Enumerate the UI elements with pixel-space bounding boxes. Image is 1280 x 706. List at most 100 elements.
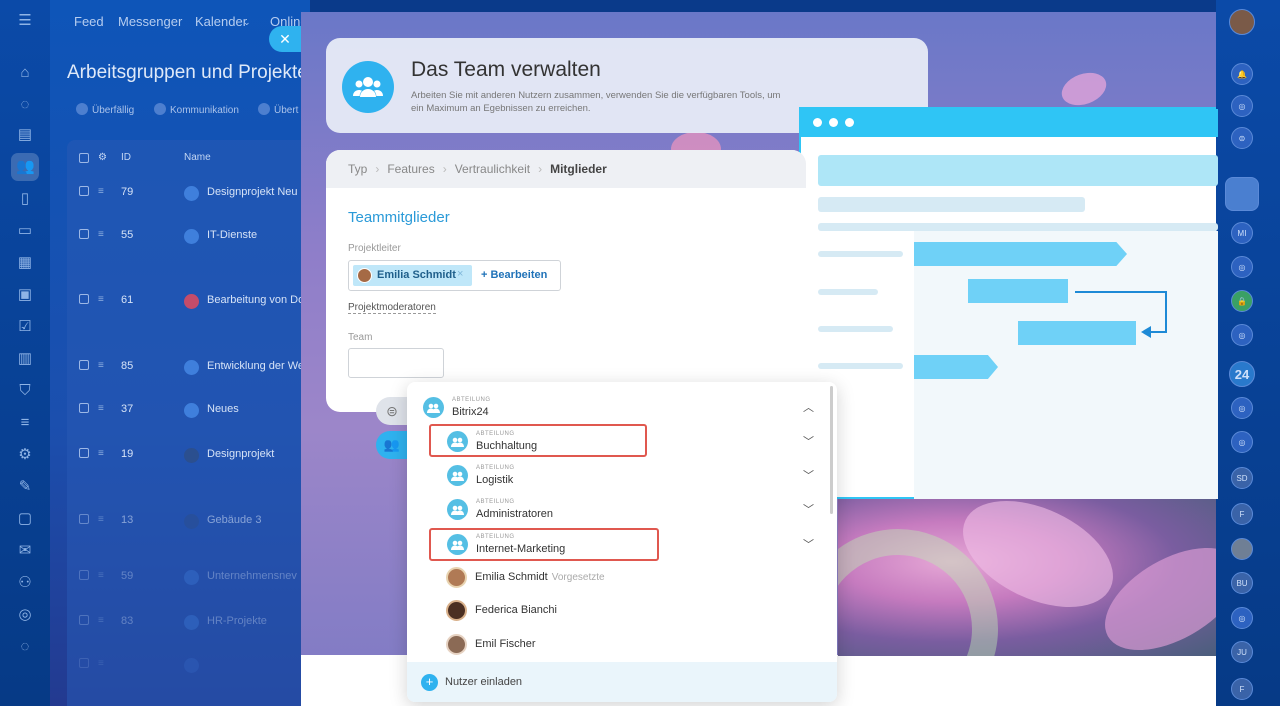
search-chat-icon[interactable]: ⊜ bbox=[1231, 127, 1253, 149]
nav-feed[interactable]: Feed bbox=[74, 14, 104, 29]
board-icon[interactable]: ▦ bbox=[16, 254, 34, 272]
nav-messenger[interactable]: Messenger bbox=[118, 14, 182, 29]
row-checkbox[interactable] bbox=[79, 186, 89, 196]
close-icon[interactable]: × bbox=[457, 268, 463, 280]
chat-badge-mi[interactable]: MI bbox=[1231, 222, 1253, 244]
people-icon[interactable]: ⚇ bbox=[16, 574, 34, 592]
cart-icon[interactable]: ⛉ bbox=[16, 382, 34, 400]
invite-users-link[interactable]: Nutzer einladen bbox=[445, 676, 522, 688]
row-checkbox[interactable] bbox=[79, 448, 89, 458]
groups-icon[interactable]: 👥 bbox=[16, 158, 35, 176]
row-checkbox[interactable] bbox=[79, 229, 89, 239]
row-checkbox[interactable] bbox=[79, 294, 89, 304]
menu-icon[interactable]: ☰ bbox=[16, 12, 34, 30]
menu-icon[interactable]: ≡ bbox=[98, 186, 104, 197]
chat-badge-ju[interactable]: JU bbox=[1231, 641, 1253, 663]
more-icon[interactable]: ◌ bbox=[16, 638, 34, 656]
chevron-down-icon[interactable]: ﹀ bbox=[803, 501, 814, 517]
scrollbar[interactable] bbox=[830, 386, 833, 514]
filter-chip-transferred[interactable]: Übert bbox=[258, 103, 298, 123]
column-id[interactable]: ID bbox=[121, 152, 131, 163]
chat-icon[interactable]: ◎ bbox=[1231, 431, 1253, 453]
calendar-icon[interactable]: ▣ bbox=[16, 286, 34, 304]
row-checkbox[interactable] bbox=[79, 615, 89, 625]
menu-icon[interactable]: ≡ bbox=[98, 514, 104, 525]
chat-badge-sd[interactable]: SD bbox=[1231, 467, 1253, 489]
chevron-down-icon[interactable]: ﹀ bbox=[803, 536, 814, 552]
home-icon[interactable]: ⌂ bbox=[16, 64, 34, 82]
invite-footer[interactable]: + Nutzer einladen bbox=[407, 662, 837, 702]
lock-icon[interactable]: 🔒 bbox=[1231, 290, 1253, 312]
edit-button[interactable]: + Bearbeiten bbox=[481, 269, 547, 281]
filter-chip-overdue[interactable]: Überfällig bbox=[76, 103, 134, 123]
leader-field[interactable]: Emilia Schmidt × + Bearbeiten bbox=[348, 260, 561, 291]
help-icon[interactable]: ◎ bbox=[16, 606, 34, 624]
chevron-down-icon[interactable]: ﹀ bbox=[803, 467, 814, 483]
department-item[interactable]: ABTEILUNG Buchhaltung ﹀ bbox=[445, 428, 821, 458]
moderators-link[interactable]: Projektmoderatoren bbox=[348, 302, 436, 314]
chat-icon[interactable]: ◎ bbox=[1231, 324, 1253, 346]
row-checkbox[interactable] bbox=[79, 658, 89, 668]
activity-icon[interactable]: ◎ bbox=[1231, 95, 1253, 117]
search-icon[interactable]: ⊜ bbox=[376, 397, 408, 425]
menu-icon[interactable]: ≡ bbox=[98, 658, 104, 669]
store-icon[interactable]: ▢ bbox=[16, 510, 34, 528]
documents-icon[interactable]: ▯ bbox=[16, 190, 34, 208]
menu-icon[interactable]: ≡ bbox=[98, 570, 104, 581]
column-name[interactable]: Name bbox=[184, 152, 211, 163]
chat-badge-f2[interactable]: F bbox=[1231, 678, 1253, 700]
row-id: 37 bbox=[121, 403, 134, 415]
crm-icon[interactable]: ▭ bbox=[16, 222, 34, 240]
department-item[interactable]: ABTEILUNG Internet-Marketing ﹀ bbox=[445, 531, 821, 561]
users-icon[interactable]: 👥 bbox=[376, 431, 408, 459]
user-item[interactable]: Emil Fischer bbox=[446, 634, 806, 658]
filter-chip-communication[interactable]: Kommunikation bbox=[154, 103, 239, 123]
menu-icon[interactable]: ≡ bbox=[98, 229, 104, 240]
menu-icon[interactable]: ≡ bbox=[98, 294, 104, 305]
menu-icon[interactable]: ≡ bbox=[98, 403, 104, 414]
row-checkbox[interactable] bbox=[79, 570, 89, 580]
settings-icon[interactable]: ⚙ bbox=[16, 446, 34, 464]
chat-avatar[interactable] bbox=[1231, 538, 1253, 560]
select-all-checkbox[interactable] bbox=[79, 153, 89, 163]
chat-badge-bu[interactable]: BU bbox=[1231, 572, 1253, 594]
notifications-icon[interactable]: 🔔 bbox=[1231, 63, 1253, 85]
menu-icon[interactable]: ≡ bbox=[98, 448, 104, 459]
filter-icon[interactable]: ≡ bbox=[16, 414, 34, 432]
chat-icon[interactable]: ◎ bbox=[1231, 256, 1253, 278]
chevron-up-icon[interactable]: ︿ bbox=[803, 399, 814, 415]
row-checkbox[interactable] bbox=[79, 514, 89, 524]
row-checkbox[interactable] bbox=[79, 360, 89, 370]
menu-icon[interactable]: ≡ bbox=[98, 615, 104, 626]
analytics-icon[interactable]: ▥ bbox=[16, 350, 34, 368]
close-button[interactable]: ✕ bbox=[269, 26, 301, 52]
gear-icon[interactable]: ⚙ bbox=[98, 152, 107, 163]
chat-icon[interactable]: ◎ bbox=[1231, 607, 1253, 629]
checklist-icon[interactable]: ☑ bbox=[16, 318, 34, 336]
breadcrumb-typ[interactable]: Typ bbox=[348, 162, 367, 176]
menu-icon[interactable]: ≡ bbox=[98, 360, 104, 371]
breadcrumb-features[interactable]: Features bbox=[387, 162, 434, 176]
department-item[interactable]: ABTEILUNG Logistik ﹀ bbox=[445, 462, 821, 492]
sign-icon[interactable]: ✎ bbox=[16, 478, 34, 496]
user-item[interactable]: Federica Bianchi bbox=[446, 600, 806, 624]
bitrix24-badge[interactable]: 24 bbox=[1229, 361, 1255, 387]
department-item[interactable]: ABTEILUNG Administratoren ﹀ bbox=[445, 496, 821, 526]
chat-badge-f[interactable]: F bbox=[1231, 503, 1253, 525]
chat-icon[interactable]: ◎ bbox=[1231, 397, 1253, 419]
plus-icon[interactable]: + bbox=[421, 674, 438, 691]
feed-icon[interactable]: ◌ bbox=[16, 96, 34, 114]
nav-kalender[interactable]: Kalender bbox=[195, 14, 247, 29]
team-field[interactable] bbox=[348, 348, 444, 378]
user-avatar[interactable] bbox=[1229, 9, 1255, 35]
decor-bar bbox=[818, 197, 1085, 212]
row-checkbox[interactable] bbox=[79, 403, 89, 413]
tasks-icon[interactable]: ▤ bbox=[16, 126, 34, 144]
chat-avatar[interactable] bbox=[1225, 177, 1259, 211]
chevron-down-icon[interactable]: ﹀ bbox=[803, 433, 814, 449]
breadcrumb-vertraulichkeit[interactable]: Vertraulichkeit bbox=[455, 162, 530, 176]
mail-icon[interactable]: ✉ bbox=[16, 542, 34, 560]
department-root[interactable]: ABTEILUNG Bitrix24 ︿ bbox=[421, 394, 821, 424]
user-item[interactable]: Emilia Schmidt Vorgesetzte bbox=[446, 567, 806, 591]
leader-chip[interactable]: Emilia Schmidt × bbox=[353, 265, 472, 286]
